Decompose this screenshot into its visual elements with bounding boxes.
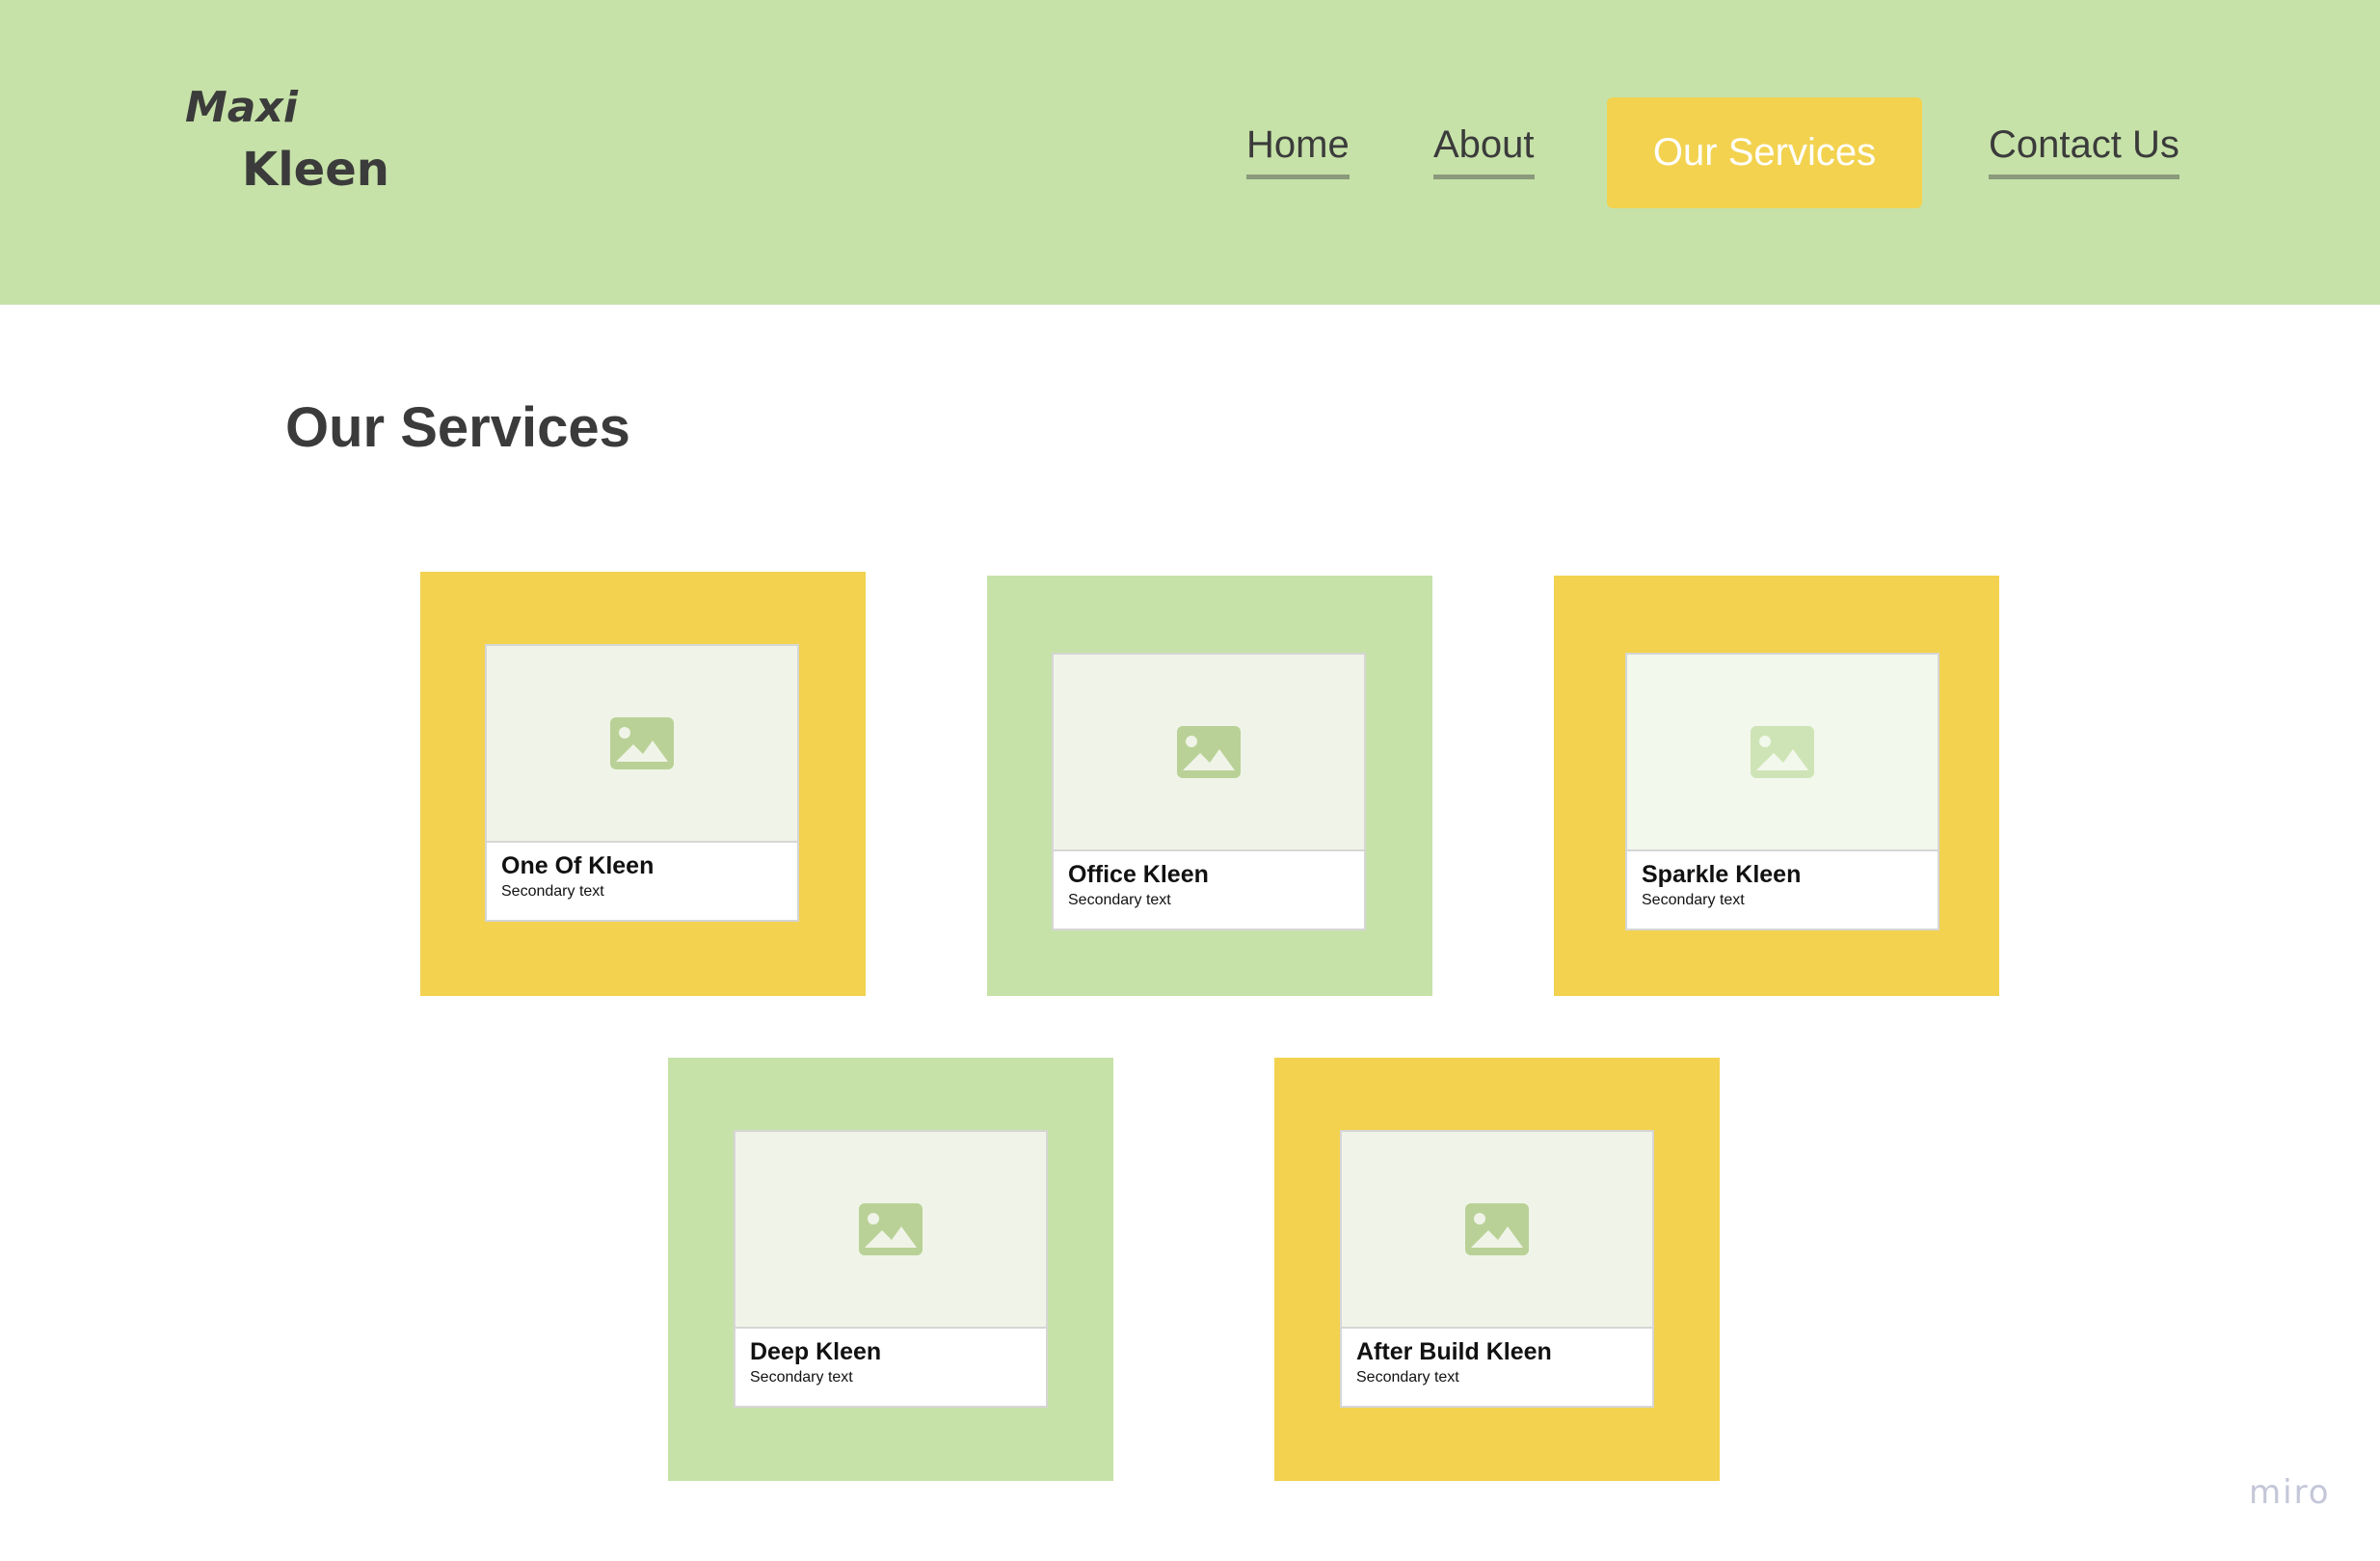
page-title: Our Services [285, 396, 630, 459]
logo-kleen[interactable]: Kleen [242, 143, 389, 197]
service-card-subtitle: Secondary text [1356, 1369, 1459, 1386]
service-card-title: One Of Kleen [501, 852, 655, 879]
service-card[interactable]: After Build Kleen Secondary text [1340, 1130, 1654, 1408]
nav-our-services-button[interactable]: Our Services [1607, 97, 1922, 208]
service-card-subtitle: Secondary text [1642, 892, 1745, 908]
service-card-title: Office Kleen [1068, 861, 1209, 888]
service-card-subtitle: Secondary text [1068, 892, 1171, 908]
service-card[interactable]: Sparkle Kleen Secondary text [1625, 653, 1939, 930]
nav-contact-link[interactable]: Contact Us [1989, 123, 2179, 179]
card-image [1054, 655, 1364, 851]
service-card-subtitle: Secondary text [501, 883, 604, 900]
service-card-title: Sparkle Kleen [1642, 861, 1802, 888]
service-tile-after-build-kleen[interactable]: After Build Kleen Secondary text [1274, 1058, 1720, 1481]
service-tile-deep-kleen[interactable]: Deep Kleen Secondary text [668, 1058, 1113, 1481]
service-tile-sparkle-kleen[interactable]: Sparkle Kleen Secondary text [1554, 576, 1999, 996]
service-tile-office-kleen[interactable]: Office Kleen Secondary text [987, 576, 1432, 996]
card-image [1342, 1132, 1652, 1329]
service-card-title: After Build Kleen [1356, 1338, 1552, 1365]
card-image [735, 1132, 1046, 1329]
nav-about-link[interactable]: About [1433, 123, 1535, 179]
service-tile-one-of-kleen[interactable]: One Of Kleen Secondary text [420, 572, 866, 996]
image-placeholder-icon [1465, 1203, 1529, 1255]
service-card[interactable]: Office Kleen Secondary text [1052, 653, 1366, 930]
logo-maxi[interactable]: Maxi [185, 83, 298, 132]
service-card-subtitle: Secondary text [750, 1369, 853, 1386]
site-header: Maxi Kleen Home About Our Services Conta… [0, 0, 2380, 305]
miro-watermark: miro [2249, 1473, 2331, 1512]
service-card[interactable]: One Of Kleen Secondary text [485, 644, 799, 922]
image-placeholder-icon [1751, 726, 1814, 778]
service-card-title: Deep Kleen [750, 1338, 882, 1365]
image-placeholder-icon [1177, 726, 1241, 778]
image-placeholder-icon [610, 717, 674, 769]
page: Maxi Kleen Home About Our Services Conta… [0, 0, 2380, 1561]
card-image [1627, 655, 1938, 851]
service-card[interactable]: Deep Kleen Secondary text [734, 1130, 1048, 1408]
card-image [487, 646, 797, 843]
nav-home-link[interactable]: Home [1246, 123, 1350, 179]
image-placeholder-icon [859, 1203, 923, 1255]
